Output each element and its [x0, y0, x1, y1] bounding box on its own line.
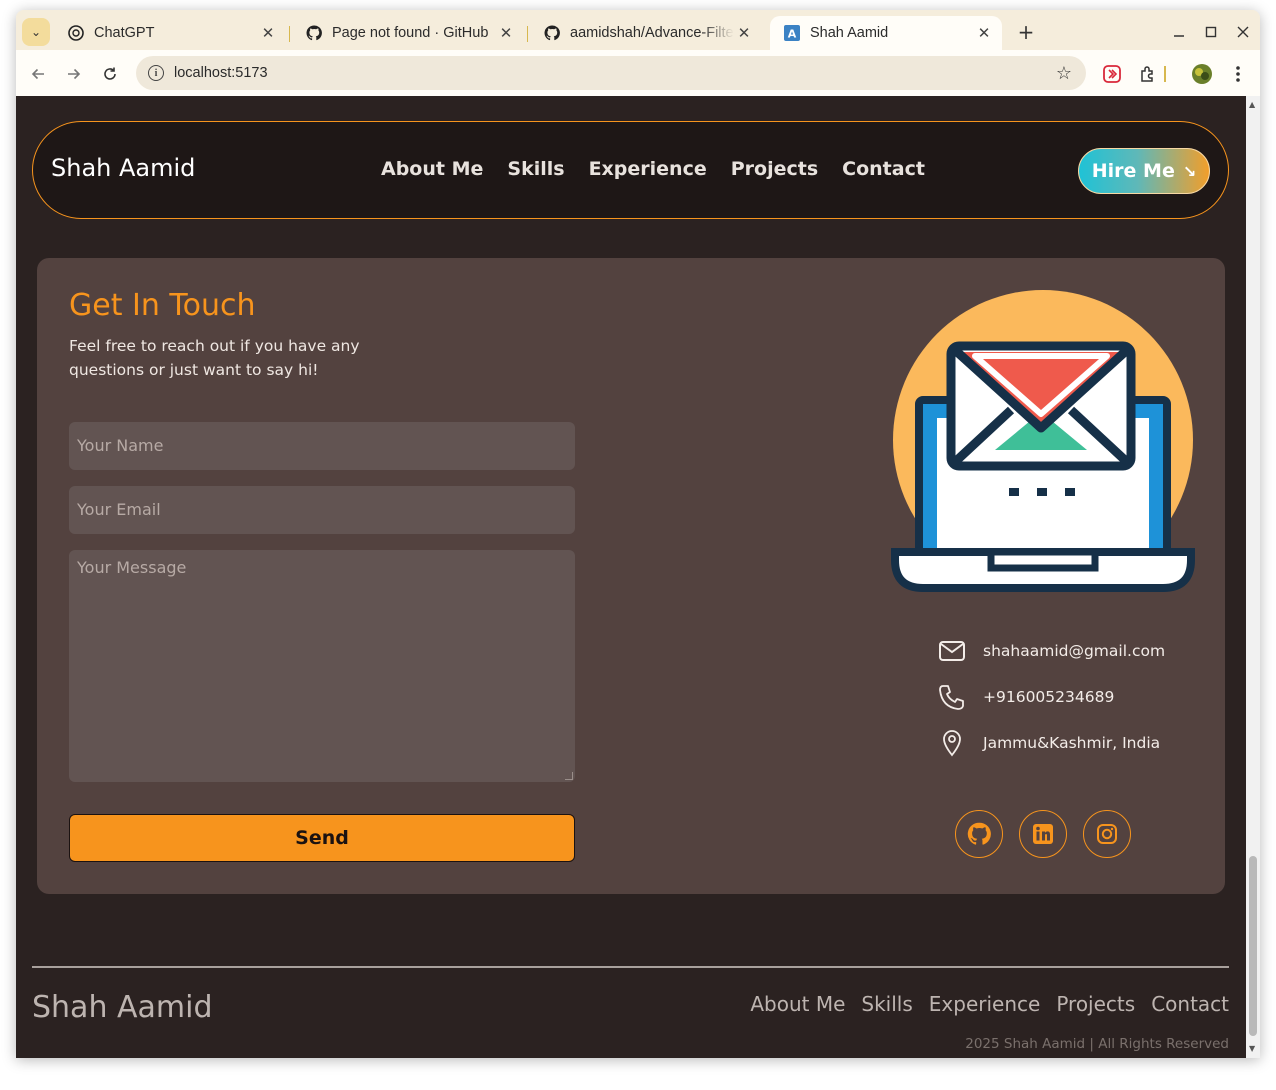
scroll-down-icon[interactable]: ▼ — [1249, 1044, 1255, 1053]
nav-links: About Me Skills Experience Projects Cont… — [381, 158, 925, 180]
contact-title: Get In Touch — [69, 288, 256, 323]
tab-github-404[interactable]: Page not found · GitHub ✕ — [292, 16, 524, 50]
location-pin-icon — [937, 728, 967, 758]
footer-link-about-me[interactable]: About Me — [750, 992, 845, 1016]
nav-contact[interactable]: Contact — [842, 158, 925, 180]
tab-divider — [527, 26, 528, 42]
back-icon[interactable] — [24, 60, 52, 88]
page-scrollbar[interactable]: ▲ ▼ — [1246, 96, 1260, 1058]
kebab-menu-icon[interactable] — [1226, 62, 1250, 86]
close-icon[interactable]: ✕ — [974, 24, 994, 42]
minimize-icon[interactable] — [1164, 18, 1194, 46]
tab-title: ChatGPT — [94, 25, 155, 41]
copyright-text: 2025 Shah Aamid | All Rights Reserved — [965, 1036, 1229, 1052]
github-icon — [544, 25, 560, 41]
linkedin-icon[interactable] — [1019, 810, 1067, 858]
phone-icon — [937, 682, 967, 712]
toolbar-divider — [1164, 62, 1166, 86]
mail-icon — [937, 636, 967, 666]
close-icon[interactable]: ✕ — [258, 24, 278, 42]
contact-subtitle: Feel free to reach out if you have any q… — [69, 337, 360, 379]
tab-title: aamidshah/Advance-Filte — [570, 25, 734, 41]
instagram-icon[interactable] — [1083, 810, 1131, 858]
site-brand[interactable]: Shah Aamid — [51, 154, 195, 182]
nav-experience[interactable]: Experience — [589, 158, 707, 180]
bookmark-star-icon[interactable]: ☆ — [1056, 63, 1072, 84]
address-bar[interactable]: i localhost:5173 ☆ — [136, 56, 1086, 90]
tab-search-button[interactable]: ⌄ — [22, 18, 50, 46]
site-header: Shah Aamid About Me Skills Experience Pr… — [32, 121, 1229, 219]
browser-toolbar: i localhost:5173 ☆ — [16, 50, 1260, 96]
hire-me-label: Hire Me — [1091, 160, 1175, 182]
scrollbar-thumb[interactable] — [1249, 856, 1257, 1036]
footer-link-contact[interactable]: Contact — [1151, 992, 1229, 1016]
resize-handle[interactable] — [565, 772, 573, 780]
hire-me-button[interactable]: Hire Me ↘ — [1078, 148, 1210, 194]
page-viewport: Shah Aamid About Me Skills Experience Pr… — [16, 96, 1246, 1058]
extensions-puzzle-icon[interactable] — [1136, 62, 1160, 86]
github-icon[interactable] — [955, 810, 1003, 858]
url-text: localhost:5173 — [174, 65, 268, 81]
forward-icon[interactable] — [60, 60, 88, 88]
app-favicon-icon: A — [784, 25, 800, 41]
tab-strip: ⌄ ChatGPT ✕ Page not found · GitHub ✕ aa… — [16, 10, 1260, 50]
svg-text:A: A — [788, 28, 797, 41]
contact-email[interactable]: shahaamid@gmail.com — [983, 642, 1165, 660]
footer-link-skills[interactable]: Skills — [861, 992, 912, 1016]
close-window-icon[interactable] — [1228, 18, 1258, 46]
github-icon — [306, 25, 322, 41]
contact-location-row: Jammu&Kashmir, India — [937, 728, 1160, 758]
close-icon[interactable]: ✕ — [496, 24, 516, 42]
name-input[interactable]: Your Name — [69, 422, 575, 470]
tab-github-repo[interactable]: aamidshah/Advance-Filte ✕ — [530, 16, 762, 50]
maximize-icon[interactable] — [1196, 18, 1226, 46]
extension-red-icon[interactable] — [1100, 62, 1124, 86]
contact-phone-row: +916005234689 — [937, 682, 1114, 712]
footer-link-projects[interactable]: Projects — [1056, 992, 1135, 1016]
nav-skills[interactable]: Skills — [507, 158, 564, 180]
contact-email-row: shahaamid@gmail.com — [937, 636, 1165, 666]
browser-window: ⌄ ChatGPT ✕ Page not found · GitHub ✕ aa… — [16, 10, 1260, 1058]
footer-brand[interactable]: Shah Aamid — [32, 990, 213, 1025]
chatgpt-icon — [68, 25, 84, 41]
laptop-mail-illustration — [891, 290, 1195, 592]
send-label: Send — [295, 827, 349, 849]
footer-links: About Me Skills Experience Projects Cont… — [750, 992, 1229, 1016]
tab-title: Page not found · GitHub — [332, 25, 489, 41]
contact-location: Jammu&Kashmir, India — [983, 734, 1161, 752]
nav-about-me[interactable]: About Me — [381, 158, 483, 180]
tab-title: Shah Aamid — [810, 25, 889, 41]
nav-projects[interactable]: Projects — [731, 158, 818, 180]
tab-divider — [289, 26, 290, 42]
close-icon[interactable]: ✕ — [734, 24, 754, 42]
send-button[interactable]: Send — [69, 814, 575, 862]
arrow-down-right-icon: ↘ — [1182, 161, 1197, 181]
tab-shah-aamid[interactable]: A Shah Aamid ✕ — [770, 16, 1002, 50]
contact-phone[interactable]: +916005234689 — [983, 688, 1114, 706]
message-textarea[interactable]: Your Message — [69, 550, 575, 782]
scroll-up-icon[interactable]: ▲ — [1249, 100, 1255, 109]
tab-chatgpt[interactable]: ChatGPT ✕ — [54, 16, 286, 50]
site-info-icon[interactable]: i — [148, 65, 164, 81]
footer-link-experience[interactable]: Experience — [929, 992, 1041, 1016]
contact-section: Get In Touch Feel free to reach out if y… — [37, 258, 1225, 894]
email-input[interactable]: Your Email — [69, 486, 575, 534]
reload-icon[interactable] — [96, 60, 124, 88]
profile-avatar[interactable] — [1190, 62, 1214, 86]
footer-divider — [32, 966, 1229, 968]
message-placeholder: Your Message — [77, 558, 187, 577]
new-tab-button[interactable]: + — [1012, 18, 1040, 46]
